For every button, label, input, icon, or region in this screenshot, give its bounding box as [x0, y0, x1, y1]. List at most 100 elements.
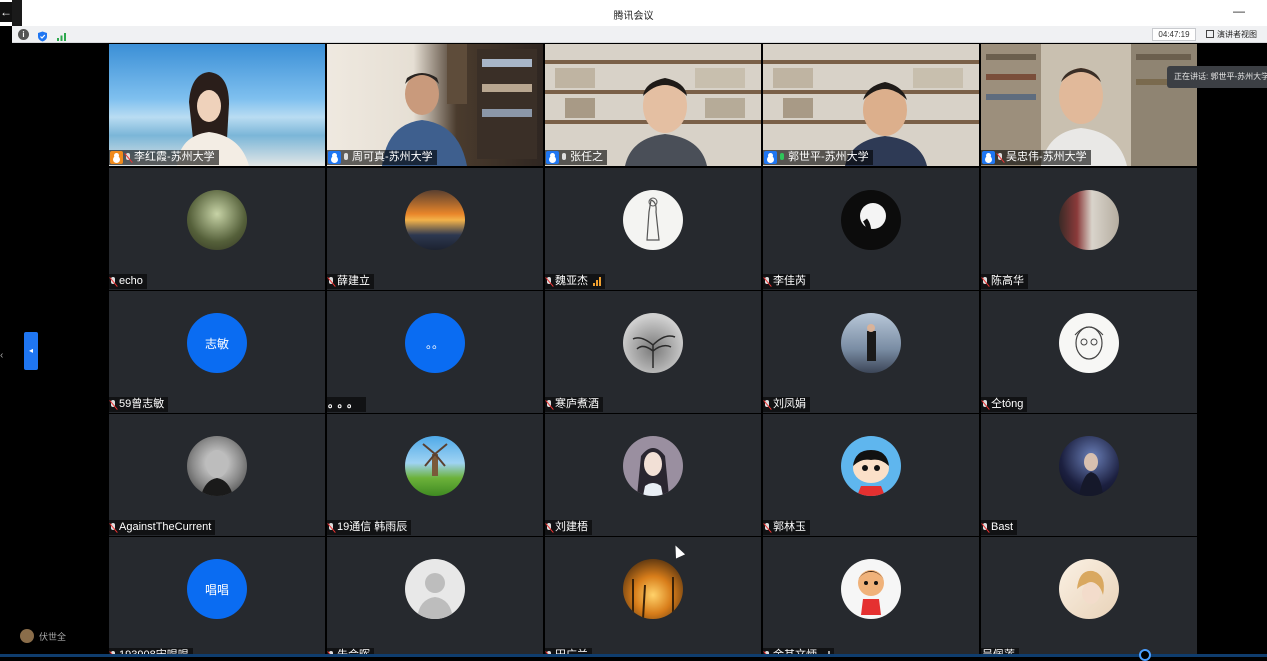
- speaker-view-button[interactable]: 演讲者视图: [1206, 28, 1257, 41]
- avatar: [841, 436, 901, 496]
- participant-tile[interactable]: 余其文炳: [763, 537, 979, 657]
- participant-tile[interactable]: 魏亚杰: [545, 168, 761, 290]
- video-tile[interactable]: 张任之: [545, 44, 761, 166]
- host-badge-icon: [328, 151, 341, 164]
- participant-name: 张任之: [570, 151, 603, 163]
- mic-muted-icon: [764, 399, 771, 410]
- participant-tile[interactable]: echo: [109, 168, 325, 290]
- minimize-button[interactable]: —: [1233, 4, 1245, 18]
- participant-name: 吴忠伟-苏州大学: [1006, 151, 1087, 163]
- participant-name: 周可真-苏州大学: [352, 151, 433, 163]
- participant-name-tag: Bast: [981, 520, 1018, 535]
- participant-name: 魏亚杰: [555, 275, 588, 287]
- participant-tile[interactable]: 刘凤娟: [763, 291, 979, 413]
- participant-name-tag: AgainstTheCurrent: [109, 520, 216, 535]
- participant-name: 刘建梧: [555, 521, 588, 533]
- participant-name-tag: 张任之: [545, 150, 607, 165]
- participant-name-tag: 寒庐煮酒: [545, 397, 603, 412]
- participant-name: 19通信 韩雨辰: [337, 521, 408, 533]
- participant-name: 陈高华: [991, 275, 1024, 287]
- mic-muted-icon: [546, 399, 553, 410]
- participant-tile[interactable]: 田广兰: [545, 537, 761, 657]
- video-tile[interactable]: 李红霞-苏州大学: [109, 44, 325, 166]
- participant-name: 李红霞-苏州大学: [134, 151, 215, 163]
- avatar: [841, 190, 901, 250]
- participant-tile[interactable]: 寒庐煮酒: [545, 291, 761, 413]
- participant-tile[interactable]: 19通信 韩雨辰: [327, 414, 543, 536]
- avatar: [405, 190, 465, 250]
- self-avatar: [20, 629, 34, 643]
- scroll-thumb[interactable]: [1139, 649, 1151, 661]
- avatar: [841, 313, 901, 373]
- avatar: [1059, 313, 1119, 373]
- signal-bars-icon: [593, 277, 601, 286]
- participant-tile[interactable]: 郭林玉: [763, 414, 979, 536]
- shield-icon[interactable]: [37, 29, 48, 42]
- signal-strength-icon[interactable]: [56, 29, 67, 41]
- avatar: [1059, 190, 1119, 250]
- participant-tile[interactable]: 仝tóng: [981, 291, 1197, 413]
- avatar: [187, 436, 247, 496]
- participant-tile[interactable]: 朱会晖: [327, 537, 543, 657]
- video-tile[interactable]: 周可真-苏州大学: [327, 44, 543, 166]
- participant-name: 郭世平-苏州大学: [788, 151, 869, 163]
- avatar: [1059, 559, 1119, 619]
- avatar: [1059, 436, 1119, 496]
- mic-muted-icon: [546, 522, 553, 533]
- video-tile[interactable]: 吴忠伟-苏州大学: [981, 44, 1197, 166]
- title-bar: ← 腾讯会议 —: [0, 0, 1267, 26]
- participant-tile[interactable]: 吴佩莲: [981, 537, 1197, 657]
- avatar: [405, 559, 465, 619]
- participant-name-tag: 李红霞-苏州大学: [109, 150, 219, 165]
- avatar: [623, 190, 683, 250]
- participant-tile[interactable]: AgainstTheCurrent: [109, 414, 325, 536]
- side-panel-toggle[interactable]: ◂: [24, 332, 38, 370]
- participant-tile[interactable]: 。。 。。。: [327, 291, 543, 413]
- participant-name-tag: 周可真-苏州大学: [327, 150, 437, 165]
- video-tile-active[interactable]: 郭世平-苏州大学: [763, 44, 979, 166]
- participant-tile[interactable]: 陈高华: [981, 168, 1197, 290]
- participant-tile[interactable]: 刘建梧: [545, 414, 761, 536]
- mic-muted-icon: [125, 152, 132, 163]
- participant-name-tag: 魏亚杰: [545, 274, 605, 289]
- participant-name-tag: 郭林玉: [763, 520, 810, 535]
- participant-tile[interactable]: 薛建立: [327, 168, 543, 290]
- participant-name-tag: 陈高华: [981, 274, 1028, 289]
- host-badge-icon: [110, 151, 123, 164]
- participant-name: 刘凤娟: [773, 398, 806, 410]
- host-badge-icon: [546, 151, 559, 164]
- participant-name: 李佳芮: [773, 275, 806, 287]
- avatar: 志敏: [187, 313, 247, 373]
- mic-icon: [561, 152, 568, 163]
- speaking-now-tooltip: 正在讲话: 郭世平-苏州大学: [1167, 66, 1267, 88]
- participant-name-tag: 刘建梧: [545, 520, 592, 535]
- participant-name: 薛建立: [337, 275, 370, 287]
- avatar: [623, 436, 683, 496]
- participant-name: echo: [119, 275, 143, 287]
- mic-muted-icon: [110, 276, 117, 287]
- participant-tile[interactable]: 李佳芮: [763, 168, 979, 290]
- meeting-timer: 04:47:19: [1152, 28, 1196, 41]
- mic-muted-icon: [982, 276, 989, 287]
- meeting-info-bar: i 04:47:19 演讲者视图: [12, 26, 1267, 43]
- participant-name: Bast: [991, 521, 1014, 533]
- mic-muted-icon: [110, 399, 117, 410]
- participant-tile[interactable]: 唱唱 193908宋唱唱: [109, 537, 325, 657]
- avatar: [623, 559, 683, 619]
- host-badge-icon: [982, 151, 995, 164]
- participant-name-tag: 薛建立: [327, 274, 374, 289]
- speaker-view-label: 演讲者视图: [1217, 30, 1257, 39]
- participant-name: AgainstTheCurrent: [119, 521, 212, 533]
- participant-tile[interactable]: 志敏 59曾志敏: [109, 291, 325, 413]
- participant-tile[interactable]: Bast: [981, 414, 1197, 536]
- participant-name: 。。。: [328, 398, 362, 410]
- avatar: [405, 436, 465, 496]
- avatar: [187, 190, 247, 250]
- avatar: 。。: [405, 313, 465, 373]
- mic-speaking-icon: [779, 152, 786, 163]
- collapse-arrow-icon[interactable]: ‹: [0, 350, 3, 361]
- info-icon[interactable]: i: [18, 29, 29, 40]
- avatar: 唱唱: [187, 559, 247, 619]
- mic-muted-icon: [110, 522, 117, 533]
- participant-name-tag: 59曾志敏: [109, 397, 169, 412]
